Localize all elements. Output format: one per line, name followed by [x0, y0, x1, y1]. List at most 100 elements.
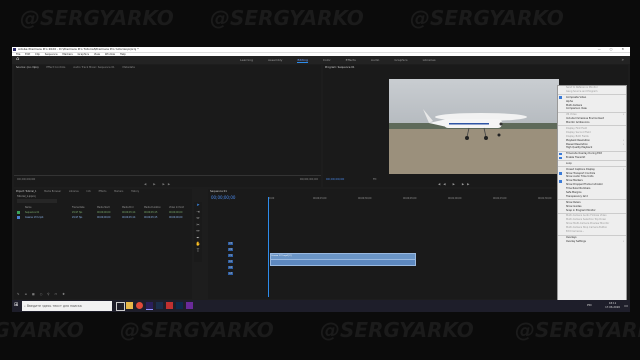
tab-effect-controls[interactable]: Effect Controls — [46, 66, 65, 69]
table-row[interactable]: Sequence 01 29,97 fps 00;00;00;00 00;00;… — [17, 211, 191, 215]
project-panel-tabs: Project: Tutorial_1 Media Browser Librar… — [16, 189, 146, 194]
ruler-tick: 00;00;30;00 — [358, 197, 372, 200]
row-duration: 00;00;45;15 — [144, 211, 158, 214]
tab-audio-track-mixer[interactable]: Audio Track Mixer: Sequence 01 — [73, 66, 114, 69]
row-media-end: 00;00;45;14 — [122, 216, 136, 219]
task-view-icon[interactable] — [116, 302, 125, 311]
tab-media-browser[interactable]: Media Browser — [44, 190, 61, 193]
row-in-point: 00;00;00;00 — [169, 216, 183, 219]
track-header-a1[interactable]: A1 — [228, 259, 264, 264]
watermark: @SERGYARKO — [120, 318, 274, 342]
row-duration: 00;00;45;15 — [144, 216, 158, 219]
tab-source[interactable]: Source: (no clips) — [16, 66, 39, 69]
app-icon-red[interactable] — [166, 302, 173, 309]
taskbar-search-input[interactable]: ⌕ Введите здесь текст для поиска — [22, 301, 112, 311]
tab-project[interactable]: Project: Tutorial_1 — [16, 190, 36, 193]
program-panel-tabs: Program: Sequence 01 — [325, 65, 362, 70]
app-icon-purple[interactable] — [186, 302, 193, 309]
workspace-audio[interactable]: Audio — [371, 58, 380, 62]
source-divider — [14, 175, 321, 176]
video-clip-icon — [17, 216, 20, 219]
track-header-a3[interactable]: A3 — [228, 271, 264, 276]
sequence-icon — [17, 211, 20, 214]
row-frame-rate: 29,97 fps — [72, 216, 83, 219]
track-header-v1[interactable]: V1 — [228, 253, 264, 258]
watermark: @SERGYARKO — [320, 318, 474, 342]
type-tool-icon[interactable]: T — [194, 248, 202, 255]
project-bottom-toolbar[interactable]: ✎ ≡ ▦ ○ ⚲ ▭ ✚ — [17, 292, 67, 296]
track-label: V3 — [228, 242, 234, 245]
track-label: A2 — [228, 266, 234, 269]
tab-metadata[interactable]: Metadata — [123, 66, 135, 69]
more-workspaces-icon[interactable]: » — [622, 56, 624, 64]
row-media-start: 00;00;00;00 — [97, 211, 111, 214]
watermark: @SERGYARKO — [515, 318, 640, 342]
workspace-libraries[interactable]: Libraries — [423, 58, 436, 62]
source-transport-controls[interactable]: ◀ ▶ ▶▶ — [144, 182, 173, 186]
tab-libraries[interactable]: Libraries — [69, 190, 79, 193]
workspace-assembly[interactable]: Assembly — [268, 58, 282, 62]
source-timecode-right: 00;00;00;00 — [299, 177, 318, 181]
col-media-duration[interactable]: Media Duration — [144, 206, 161, 209]
track-label: A3 — [228, 272, 234, 275]
program-fit-dropdown[interactable]: Fit — [373, 177, 377, 181]
workspace-editing[interactable]: Editing — [297, 58, 308, 63]
table-row[interactable]: Cessna 172.mp4 29,97 fps 00;00;00;00 00;… — [17, 216, 191, 220]
ruler-tick: 00;01;00;00 — [448, 197, 462, 200]
workspace-learning[interactable]: Learning — [240, 58, 253, 62]
row-media-end: 00;00;45;14 — [122, 211, 136, 214]
watermark: @SERGYARKO — [20, 6, 174, 30]
playhead[interactable] — [268, 197, 269, 297]
ruler-tick: 00;01;30;00 — [538, 197, 552, 200]
tab-effects[interactable]: Effects — [99, 190, 107, 193]
audio-clip[interactable] — [270, 259, 416, 266]
col-video-in-point[interactable]: Video In Point — [169, 206, 184, 209]
project-file-name: Tutorial_1.prproj — [17, 195, 36, 198]
close-button[interactable]: ✕ — [621, 47, 628, 51]
workspace-graphics[interactable]: Graphics — [394, 58, 407, 62]
track-header-v2[interactable]: V2 — [228, 247, 264, 252]
taskbar-clock[interactable]: 18:11 17.06.2020 — [605, 302, 620, 310]
watermark: @SERGYARKO — [0, 318, 84, 342]
track-label: V2 — [228, 248, 234, 251]
timeline-timecode: 00;00;00;00 — [211, 195, 236, 200]
row-frame-rate: 29,97 fps — [72, 211, 83, 214]
windows-start-icon[interactable]: ⊞ — [14, 303, 18, 308]
keyboard-language[interactable]: РУС — [587, 304, 592, 307]
tab-program[interactable]: Program: Sequence 01 — [325, 66, 355, 69]
chrome-icon[interactable] — [136, 302, 143, 309]
watermark: @SERGYARKO — [210, 6, 364, 30]
premiere-icon[interactable] — [146, 302, 153, 310]
col-name[interactable]: Name — [25, 206, 31, 209]
row-in-point: 00;00;00;00 — [169, 211, 183, 214]
tab-history[interactable]: History — [131, 190, 139, 193]
project-search-input[interactable] — [17, 199, 57, 203]
tab-sequence-01[interactable]: Sequence 01 — [210, 190, 227, 193]
track-header-v3[interactable]: V3 — [228, 241, 264, 246]
col-media-end[interactable]: Media End — [122, 206, 133, 209]
settings-menu-item[interactable]: Overlay Settings — [558, 240, 626, 244]
clip-label: Cessna 172.mp4 [V] — [271, 255, 292, 257]
media-encoder-icon[interactable] — [156, 302, 163, 309]
workspace-effects[interactable]: Effects — [346, 58, 356, 62]
file-explorer-icon[interactable] — [126, 302, 133, 309]
notifications-icon[interactable]: ▭ — [624, 303, 628, 308]
track-header-a2[interactable]: A2 — [228, 265, 264, 270]
track-label: A1 — [228, 260, 234, 263]
maximize-button[interactable]: ▢ — [610, 47, 617, 51]
ruler-tick: 00;01;15;00 — [493, 197, 507, 200]
col-media-start[interactable]: Media Start — [97, 206, 110, 209]
home-icon[interactable]: ⌂ — [16, 57, 21, 62]
desktop-screen: Adobe Premiere Pro 2020 - D:\Premiere Pr… — [12, 47, 630, 312]
tab-markers[interactable]: Markers — [114, 190, 123, 193]
col-frame-rate[interactable]: Frame Rate — [72, 206, 85, 209]
minimize-button[interactable]: — — [598, 47, 605, 51]
row-name: Sequence 01 — [25, 211, 40, 214]
track-label: V1 — [228, 254, 234, 257]
photoshop-icon[interactable] — [176, 302, 183, 309]
program-transport-controls[interactable]: ◀◀ ▶ ▶▶ — [438, 182, 472, 186]
source-timecode-left: 00;00;00;00 — [17, 177, 36, 181]
tab-info[interactable]: Info — [86, 190, 90, 193]
workspace-color[interactable]: Color — [323, 58, 331, 62]
program-settings-menu: Send to Reference Monitor Gang Source and… — [557, 85, 627, 302]
